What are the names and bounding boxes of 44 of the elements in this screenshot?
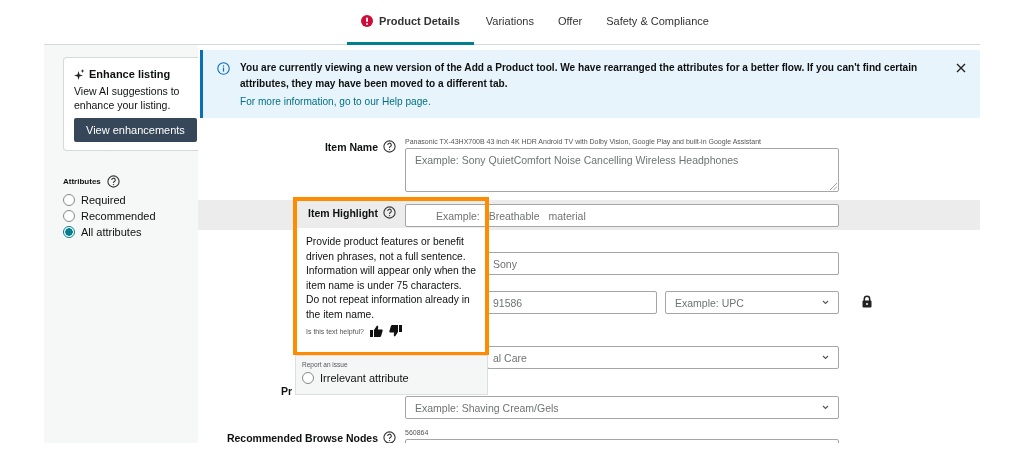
thumbs-up-icon[interactable] [370,325,383,337]
thumbs-down-icon[interactable] [389,325,402,337]
caret-icon [822,300,829,305]
tab[interactable]: Variations [473,0,546,45]
input-field[interactable]: 91586 [487,291,657,314]
view-enhancements-button[interactable]: View enhancements [74,118,197,142]
help-icon[interactable] [106,175,120,188]
tooltip-text: Provide product features or benefit driven phrases, not a full sentence. Information will appear only when the item name is under 75 characters. Do not repeat information already in the item name. [306,235,477,322]
radio-label[interactable]: Irrelevant attribute [320,372,409,384]
help-icon[interactable] [383,206,396,219]
radio-label[interactable]: Required [81,194,126,206]
sparkle-icon [74,68,85,80]
radio-button[interactable] [302,372,314,384]
field-label: Item Name [324,140,378,153]
caret-icon [822,355,829,360]
radio-label[interactable]: All attributes [81,226,142,238]
dropdown[interactable]: Example: UPC [665,291,839,314]
banner-message: You are currently viewing a new version of the Add a Product tool. We have rearranged the attributes for a better flow. If you can't find certain attributes, they may have been moved to a different tab. [240,61,919,91]
attributes-label: Attributes [63,177,101,186]
close-icon[interactable] [956,63,966,73]
help-link[interactable]: For more information, go to our Help page. [240,94,431,110]
tab[interactable]: Safety & Compliance [594,0,721,45]
text-area[interactable]: Example: Sony QuietComfort Noise Cancelling Wireless Headphones [405,148,839,192]
tab[interactable]: Product Details [347,0,474,45]
dropdown[interactable]: Example: Shaving Cream/Gels [405,396,839,419]
info-icon [217,62,230,75]
radio-label[interactable]: Recommended [81,210,156,222]
input-field[interactable]: Sony [487,252,839,275]
radio-button[interactable] [63,226,75,238]
field-label: Item Highlight [308,206,378,219]
radio-button[interactable] [63,194,75,206]
radio-button[interactable] [63,210,75,222]
error-icon [361,15,374,27]
help-icon[interactable] [383,140,396,153]
card-title: Enhance listing [89,68,171,80]
resize-handle-icon[interactable] [830,183,837,190]
dropdown[interactable]: al Care [487,346,839,369]
input-field[interactable]: Example: Breathable material [405,204,839,227]
help-icon[interactable] [383,431,396,443]
field-label: Recommended Browse Nodes [226,431,378,443]
card-text: View AI suggestions to enhance your listing. [74,84,181,112]
caret-icon [822,405,829,410]
tab[interactable]: Offer [545,0,595,45]
field-label: Pr [281,385,293,397]
